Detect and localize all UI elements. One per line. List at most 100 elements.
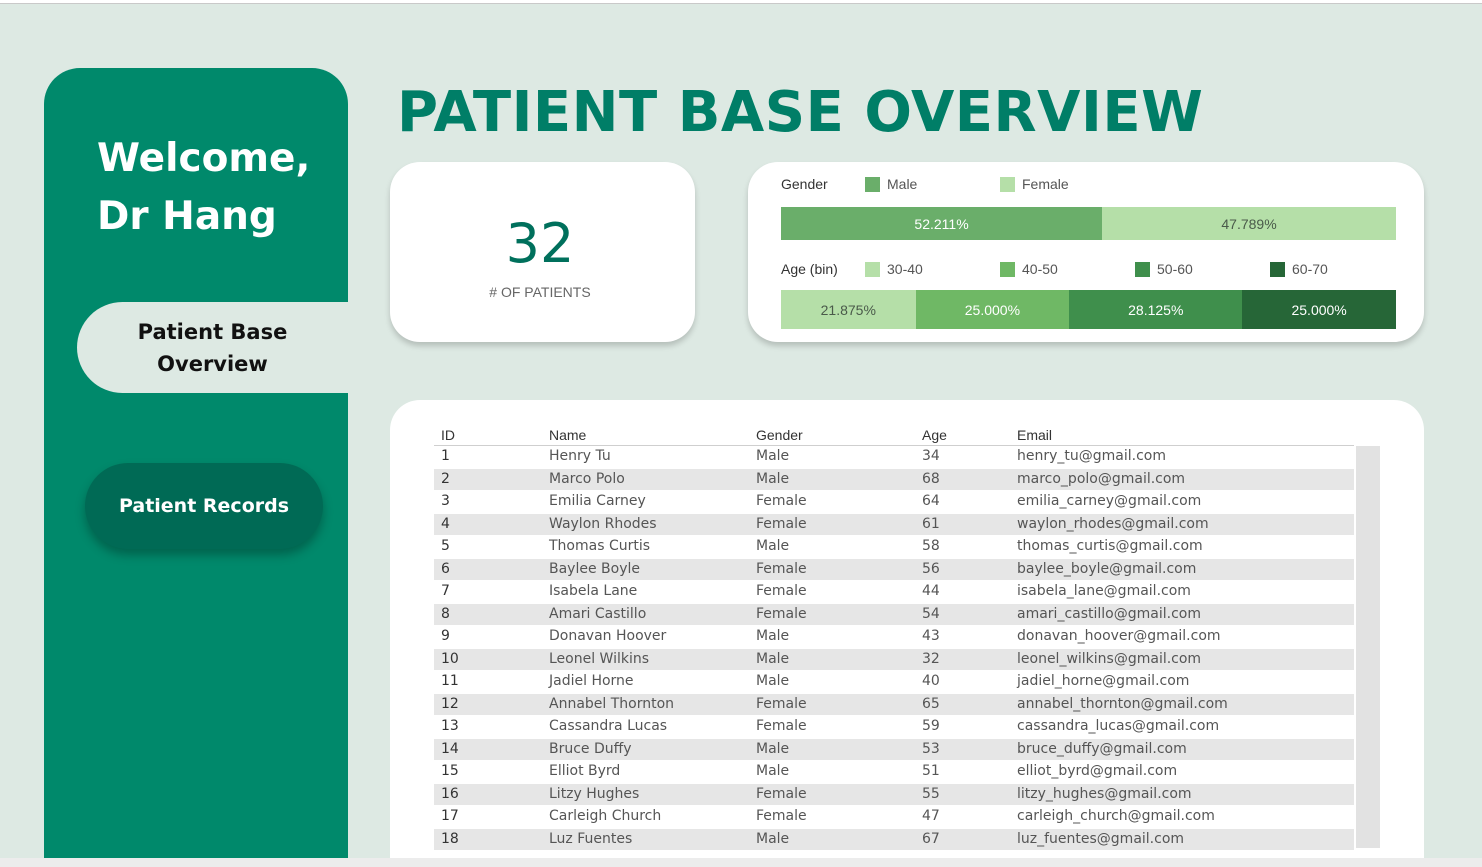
cell-name: Amari Castillo xyxy=(549,605,647,622)
cell-name: Bruce Duffy xyxy=(549,740,632,757)
bar-label-age-50-60: 28.125% xyxy=(1128,301,1184,318)
cell-age: 58 xyxy=(922,538,940,554)
bar-label-male: 52.211% xyxy=(914,215,969,232)
table-body: 1 Henry Tu Male 34 henry_tu@gmail.com 2 Marco … xyxy=(434,446,1354,858)
cell-email: luz_fuentes@gmail.com xyxy=(1017,830,1185,847)
nav-patient-records-button[interactable]: Patient Records xyxy=(85,463,323,549)
table-row[interactable]: 9 Donavan Hoover Male 43 donavan_hoover@gmai… xyxy=(434,626,1354,649)
legend-female[interactable]: Female xyxy=(1000,176,1069,192)
window-bottom-strip xyxy=(0,858,1482,867)
bar-segment-age-50-60[interactable]: 28.125% xyxy=(1069,290,1243,329)
bar-label-female: 47.789% xyxy=(1221,215,1277,232)
welcome-line-2: Dr Hang xyxy=(97,194,277,239)
cell-name: Cassandra Lucas xyxy=(549,718,668,734)
table-row[interactable]: 6 Baylee Boyle Female 56 baylee_boyle@gmail.… xyxy=(434,558,1354,581)
bar-segment-age-60-70[interactable]: 25.000% xyxy=(1242,290,1396,329)
cell-email: carleigh_church@gmail.com xyxy=(1017,808,1215,824)
cell-id: 12 xyxy=(441,695,459,712)
cell-age: 34 xyxy=(922,448,940,464)
cell-gender: Male xyxy=(756,448,790,464)
bar-segment-age-40-50[interactable]: 25.000% xyxy=(915,290,1070,329)
table-row[interactable]: 8 Amari Castillo Female 54 amari_castillo@gm… xyxy=(434,603,1354,626)
cell-gender: Male xyxy=(756,763,790,779)
cell-age: 32 xyxy=(922,650,940,667)
table-row[interactable]: 16 Litzy Hughes Female 55 litzy_hughes@gmail… xyxy=(434,783,1354,806)
cell-gender: Male xyxy=(756,470,790,487)
age-50-60-swatch xyxy=(1135,261,1150,277)
age-stacked-bar: 21.875% 25.000% 28.125% 25.000% xyxy=(781,290,1396,329)
cell-age: 55 xyxy=(922,785,940,802)
table-row[interactable]: 18 Luz Fuentes Male 67 luz_fuentes@gmail.com xyxy=(434,828,1354,851)
cell-name: Isabela Lane xyxy=(549,583,638,599)
table-row[interactable]: 10 Leonel Wilkins Male 32 leonel_wilkins@gma… xyxy=(434,648,1354,671)
age-60-70-swatch xyxy=(1270,261,1285,277)
legend-age-50-60[interactable]: 50-60 xyxy=(1135,261,1193,277)
cell-email: amari_castillo@gmail.com xyxy=(1017,605,1201,622)
table-scrollbar[interactable] xyxy=(1356,446,1380,848)
cell-age: 44 xyxy=(922,583,940,599)
cell-name: Thomas Curtis xyxy=(549,538,651,554)
cell-gender: Male xyxy=(756,673,790,689)
column-header-age[interactable]: Age xyxy=(922,427,947,443)
column-header-email[interactable]: Email xyxy=(1017,427,1052,443)
cell-gender: Female xyxy=(756,560,807,577)
cell-email: leonel_wilkins@gmail.com xyxy=(1017,650,1202,667)
cell-email: litzy_hughes@gmail.com xyxy=(1017,785,1192,802)
bar-segment-female[interactable]: 47.789% xyxy=(1102,207,1396,240)
cell-age: 43 xyxy=(922,628,940,644)
cell-age: 59 xyxy=(922,718,940,734)
cell-id: 17 xyxy=(441,808,459,824)
cell-gender: Female xyxy=(756,695,807,712)
table-row[interactable]: 1 Henry Tu Male 34 henry_tu@gmail.com xyxy=(434,446,1354,469)
cell-name: Luz Fuentes xyxy=(549,830,633,847)
legend-male[interactable]: Male xyxy=(865,176,917,192)
cell-gender: Female xyxy=(756,605,807,622)
cell-gender: Male xyxy=(756,740,790,757)
table-row[interactable]: 3 Emilia Carney Female 64 emilia_carney@gmai… xyxy=(434,491,1354,514)
window-top-border xyxy=(0,0,1482,4)
table-row[interactable]: 15 Elliot Byrd Male 51 elliot_byrd@gmail.com xyxy=(434,761,1354,784)
table-row[interactable]: 4 Waylon Rhodes Female 61 waylon_rhodes@gmai… xyxy=(434,513,1354,536)
cell-age: 53 xyxy=(922,740,940,757)
nav-patient-base-overview-label: Patient Base Overview xyxy=(137,319,288,376)
table-row[interactable]: 11 Jadiel Horne Male 40 jadiel_horne@gmail.c… xyxy=(434,671,1354,694)
cell-gender: Male xyxy=(756,830,790,847)
cell-id: 16 xyxy=(441,785,459,802)
table-row[interactable]: 5 Thomas Curtis Male 58 thomas_curtis@gmail.… xyxy=(434,536,1354,559)
legend-age-30-40[interactable]: 30-40 xyxy=(865,261,923,277)
cell-gender: Male xyxy=(756,650,790,667)
cell-id: 4 xyxy=(441,515,450,532)
table-row[interactable]: 14 Bruce Duffy Male 53 bruce_duffy@gmail.com xyxy=(434,738,1354,761)
cell-name: Waylon Rhodes xyxy=(549,515,657,532)
legend-age-30-40-label: 30-40 xyxy=(887,261,923,277)
cell-age: 47 xyxy=(922,808,940,824)
cell-email: waylon_rhodes@gmail.com xyxy=(1017,515,1209,532)
table-row[interactable]: 12 Annabel Thornton Female 65 annabel_thornt… xyxy=(434,693,1354,716)
table-row[interactable]: 7 Isabela Lane Female 44 isabela_lane@gmail.… xyxy=(434,581,1354,604)
cell-email: baylee_boyle@gmail.com xyxy=(1017,560,1197,577)
table-row[interactable]: 17 Carleigh Church Female 47 carleigh_church… xyxy=(434,806,1354,829)
page-title: PATIENT BASE OVERVIEW xyxy=(397,80,1204,145)
bar-segment-male[interactable]: 52.211% xyxy=(781,207,1103,240)
cell-id: 11 xyxy=(441,673,459,689)
cell-age: 40 xyxy=(922,673,940,689)
table-row[interactable]: 13 Cassandra Lucas Female 59 cassandra_lucas… xyxy=(434,716,1354,739)
column-header-gender[interactable]: Gender xyxy=(756,427,803,443)
legend-age-60-70[interactable]: 60-70 xyxy=(1270,261,1328,277)
bar-segment-age-30-40[interactable]: 21.875% xyxy=(781,290,916,329)
nav-patient-base-overview[interactable]: Patient Base Overview xyxy=(77,302,348,393)
table-row[interactable]: 2 Marco Polo Male 68 marco_polo@gmail.com xyxy=(434,468,1354,491)
gender-legend-title: Gender xyxy=(781,176,828,192)
legend-age-60-70-label: 60-70 xyxy=(1292,261,1328,277)
cell-id: 9 xyxy=(441,628,450,644)
legend-age-40-50[interactable]: 40-50 xyxy=(1000,261,1058,277)
legend-male-label: Male xyxy=(887,176,918,192)
column-header-name[interactable]: Name xyxy=(549,427,586,443)
cell-age: 56 xyxy=(922,560,940,577)
column-header-id[interactable]: ID xyxy=(441,427,455,443)
cell-age: 64 xyxy=(922,493,940,509)
cell-age: 65 xyxy=(922,695,940,712)
gender-stacked-bar: 52.211% 47.789% xyxy=(781,207,1396,240)
cell-gender: Male xyxy=(756,538,790,554)
cell-name: Carleigh Church xyxy=(549,808,662,824)
